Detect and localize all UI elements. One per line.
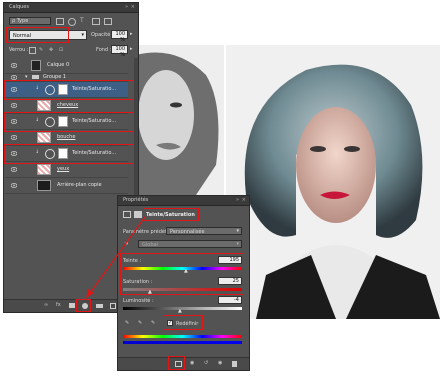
annotation-arrow	[86, 216, 146, 298]
